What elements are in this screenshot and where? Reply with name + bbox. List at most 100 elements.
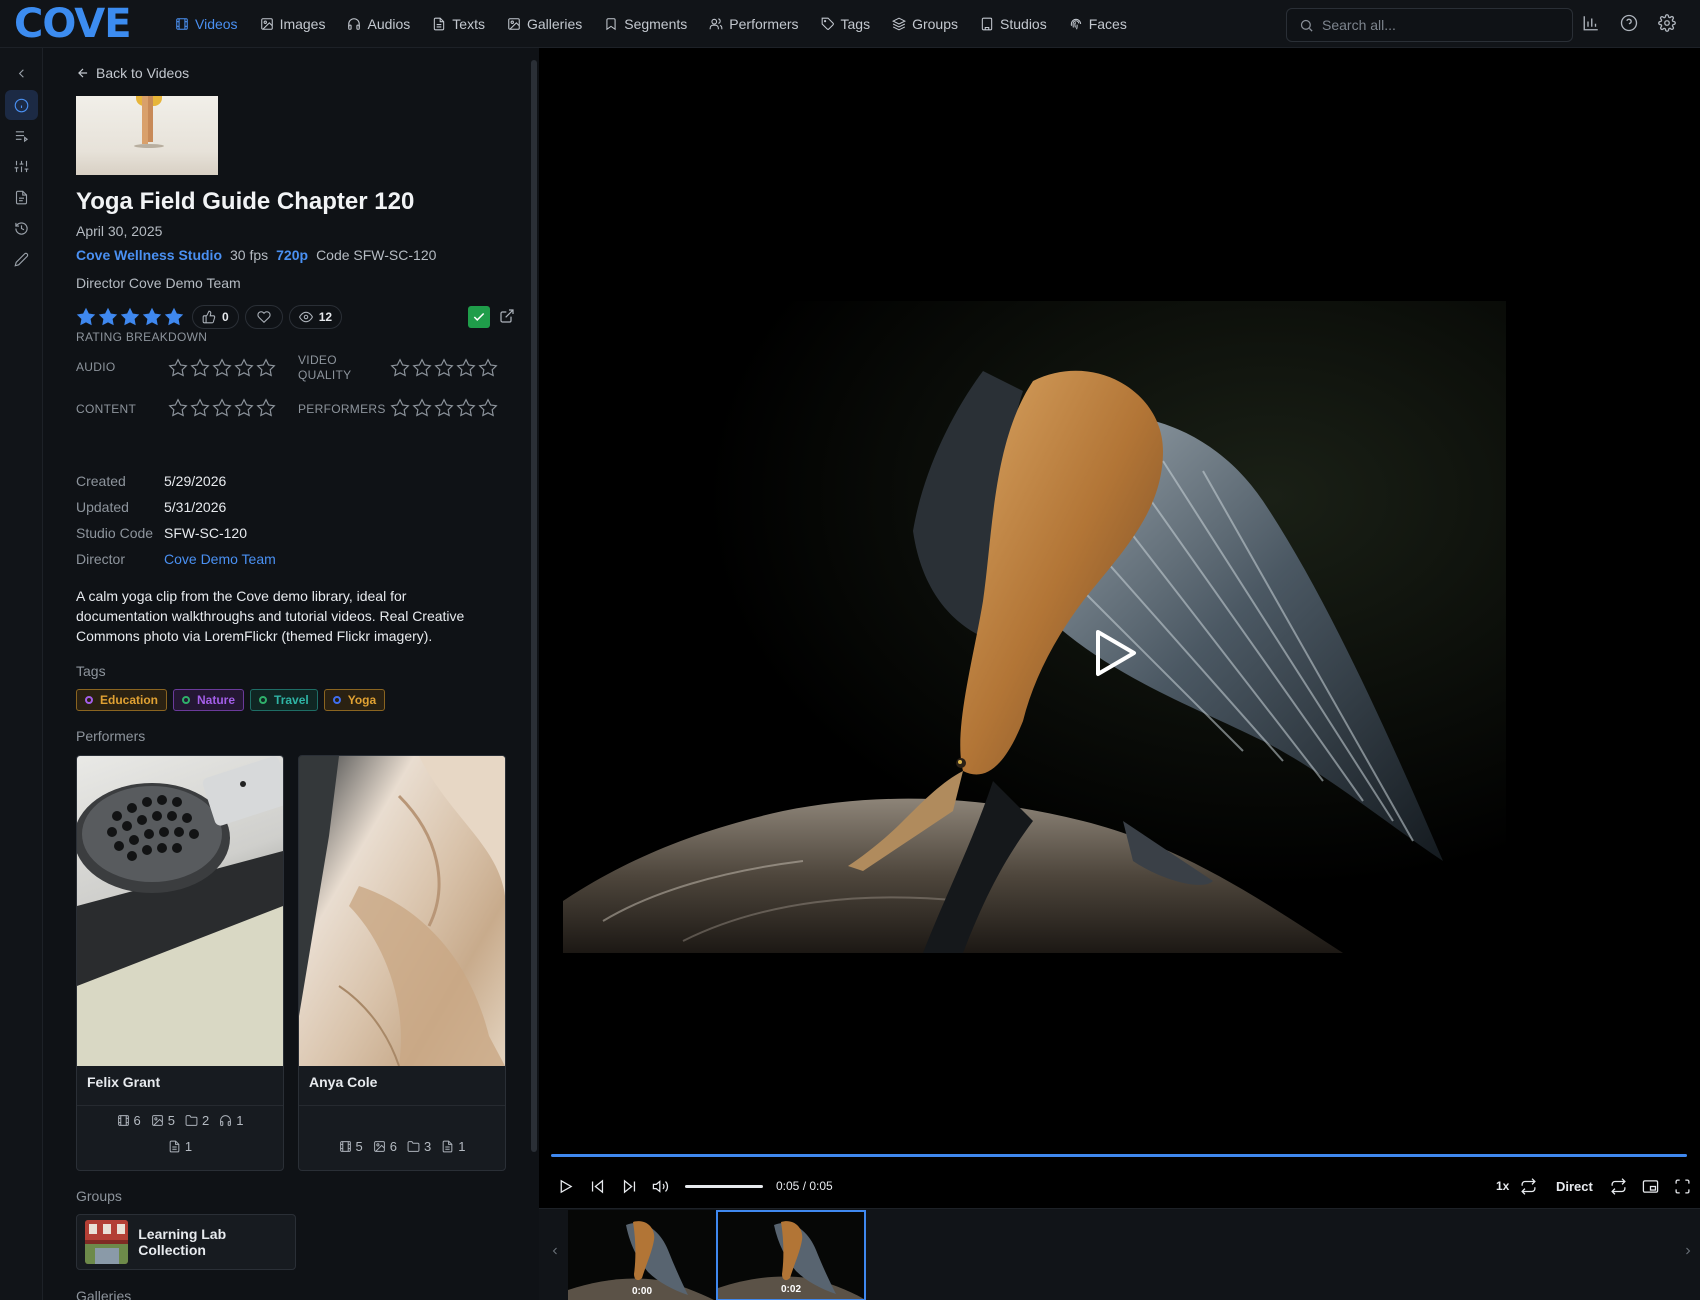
big-play-button[interactable] [1092, 628, 1138, 678]
star-icon[interactable] [98, 307, 118, 327]
performer-name[interactable]: Felix Grant [87, 1074, 160, 1090]
filmstrip-prev-button[interactable] [549, 1245, 561, 1260]
settings-button[interactable] [1658, 14, 1676, 32]
filmstrip-frame[interactable]: 0:00 [568, 1210, 716, 1300]
nav-galleries[interactable]: Galleries [496, 0, 593, 48]
rail-file-button[interactable] [5, 182, 38, 212]
help-button[interactable] [1620, 14, 1638, 32]
performers-rating-stars[interactable] [390, 398, 498, 418]
nav-groups[interactable]: Groups [881, 0, 969, 48]
performer-card[interactable]: Anya Cole 5 6 3 1 [298, 755, 506, 1171]
resolution-badge[interactable]: 720p [276, 247, 308, 263]
star-outline-icon[interactable] [390, 358, 410, 378]
scrubber-filmstrip: 0:00 0:02 [539, 1208, 1700, 1300]
nav-texts[interactable]: Texts [421, 0, 496, 48]
tag-chip[interactable]: Nature [173, 689, 245, 711]
filmstrip-frame-selected[interactable]: 0:02 [716, 1210, 866, 1300]
next-button[interactable] [621, 1178, 638, 1198]
star-outline-icon[interactable] [212, 358, 232, 378]
group-name: Learning Lab Collection [138, 1226, 227, 1258]
nav-segments[interactable]: Segments [593, 0, 698, 48]
rail-filters-button[interactable] [5, 151, 38, 181]
fullscreen-button[interactable] [1674, 1178, 1691, 1198]
file-text-icon [442, 1140, 453, 1153]
nav-tags[interactable]: Tags [810, 0, 882, 48]
nav-videos[interactable]: Videos [164, 0, 249, 48]
playback-speed-button[interactable]: 1x [1496, 1179, 1509, 1193]
star-icon[interactable] [120, 307, 140, 327]
back-to-videos-link[interactable]: Back to Videos [76, 65, 189, 81]
director-link[interactable]: Cove Demo Team [164, 551, 276, 567]
video-player[interactable]: 0:05 / 0:05 1x Direct [539, 48, 1700, 1208]
filmstrip-next-button[interactable] [1682, 1245, 1694, 1260]
tag-chip[interactable]: Travel [250, 689, 318, 711]
video-quality-rating-stars[interactable] [390, 358, 498, 378]
star-outline-icon[interactable] [234, 358, 254, 378]
cove-logo[interactable]: COVE [0, 0, 150, 48]
nav-images[interactable]: Images [249, 0, 337, 48]
star-outline-icon[interactable] [256, 358, 276, 378]
star-outline-icon[interactable] [390, 398, 410, 418]
star-outline-icon[interactable] [168, 358, 188, 378]
seek-bar[interactable] [551, 1154, 1687, 1157]
star-outline-icon[interactable] [256, 398, 276, 418]
mute-button[interactable] [652, 1178, 669, 1198]
open-external-button[interactable] [499, 308, 515, 327]
tag-chip[interactable]: Education [76, 689, 168, 711]
favorite-button[interactable] [244, 305, 283, 329]
video-detail-panel: Back to Videos Yoga Field Guide Chapter … [43, 48, 539, 1300]
video-meta-line: Cove Wellness Studio 30 fps 720p Code SF… [76, 247, 436, 263]
loop-button[interactable] [1520, 1178, 1537, 1198]
rating-stars[interactable] [76, 307, 186, 327]
search-box[interactable] [1286, 8, 1573, 42]
organized-toggle[interactable] [468, 306, 490, 328]
collapse-panel-button[interactable] [5, 58, 38, 88]
studio-link[interactable]: Cove Wellness Studio [76, 247, 222, 263]
star-outline-icon[interactable] [412, 398, 432, 418]
star-icon[interactable] [76, 307, 96, 327]
rail-history-button[interactable] [5, 213, 38, 243]
star-outline-icon[interactable] [212, 398, 232, 418]
rail-queue-button[interactable] [5, 120, 38, 150]
star-outline-icon[interactable] [478, 358, 498, 378]
action-bar: 0 12 [76, 304, 536, 330]
video-thumbnail[interactable] [76, 96, 218, 175]
star-outline-icon[interactable] [190, 358, 210, 378]
group-card[interactable]: Learning Lab Collection [76, 1214, 296, 1270]
star-icon[interactable] [164, 307, 184, 327]
performer-card[interactable]: Felix Grant 6 5 2 1 1 [76, 755, 284, 1171]
transcode-button[interactable] [1610, 1178, 1627, 1198]
audio-rating-stars[interactable] [168, 358, 276, 378]
video-frame[interactable] [563, 301, 1506, 953]
content-rating-stars[interactable] [168, 398, 276, 418]
star-outline-icon[interactable] [168, 398, 188, 418]
star-outline-icon[interactable] [412, 358, 432, 378]
star-outline-icon[interactable] [456, 398, 476, 418]
fps-value: 30 fps [230, 247, 269, 263]
nav-studios[interactable]: Studios [969, 0, 1058, 48]
search-input[interactable] [1322, 17, 1552, 33]
rail-info-button[interactable] [5, 90, 38, 120]
performer-name[interactable]: Anya Cole [309, 1074, 377, 1090]
rail-edit-button[interactable] [5, 244, 38, 274]
star-icon[interactable] [142, 307, 162, 327]
star-outline-icon[interactable] [434, 398, 454, 418]
star-outline-icon[interactable] [456, 358, 476, 378]
star-outline-icon[interactable] [190, 398, 210, 418]
history-icon [15, 221, 28, 235]
stream-mode-button[interactable]: Direct [1556, 1179, 1593, 1194]
nav-audios[interactable]: Audios [336, 0, 421, 48]
tag-chip[interactable]: Yoga [323, 689, 386, 711]
like-button[interactable]: 0 [192, 305, 239, 329]
stats-button[interactable] [1582, 14, 1600, 32]
nav-faces[interactable]: Faces [1058, 0, 1138, 48]
star-outline-icon[interactable] [434, 358, 454, 378]
picture-in-picture-button[interactable] [1642, 1178, 1659, 1198]
nav-performers[interactable]: Performers [698, 0, 809, 48]
star-outline-icon[interactable] [478, 398, 498, 418]
panel-scrollbar[interactable] [531, 60, 537, 1152]
volume-slider[interactable] [685, 1185, 763, 1188]
play-button[interactable] [557, 1178, 574, 1198]
previous-button[interactable] [589, 1178, 606, 1198]
star-outline-icon[interactable] [234, 398, 254, 418]
